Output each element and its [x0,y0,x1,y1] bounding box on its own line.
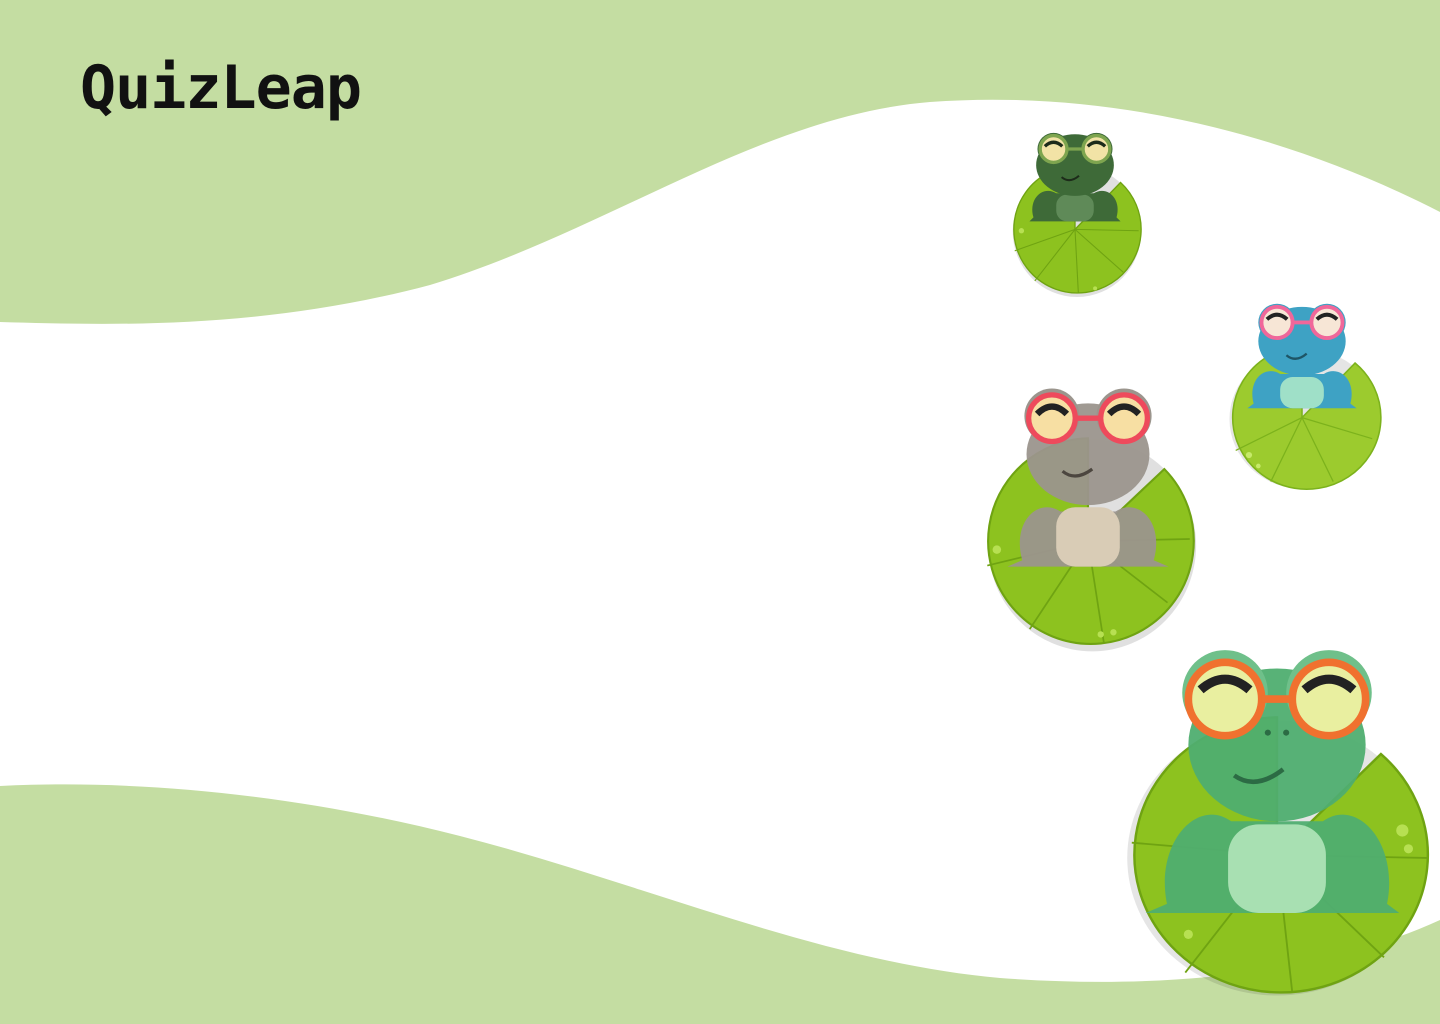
quizleap-logo: QuizLeap [80,53,362,123]
frog-icon [1029,132,1121,222]
frog-green [1127,650,1430,996]
frog-dark-green [1012,132,1142,298]
frog-blue [1229,303,1382,491]
frog-grey [987,388,1197,652]
frog-icon [1247,303,1357,409]
